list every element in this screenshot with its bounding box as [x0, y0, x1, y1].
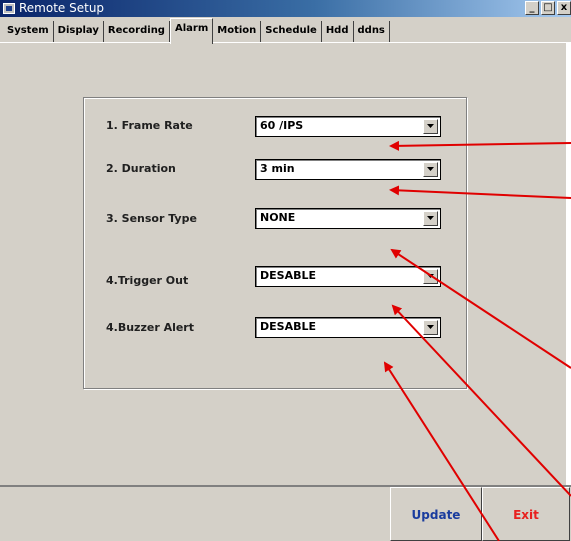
tab-ddns[interactable]: ddns	[353, 21, 390, 43]
trigger-out-value: DESABLE	[260, 269, 316, 282]
frame-rate-select[interactable]: 60 /IPS	[255, 116, 441, 137]
exit-button[interactable]: Exit	[482, 487, 570, 541]
tab-divider	[0, 42, 571, 43]
remote-setup-window: Remote Setup _ □ x System Display Record…	[0, 0, 571, 541]
tab-hdd[interactable]: Hdd	[321, 21, 354, 43]
title-bar[interactable]: Remote Setup _ □ x	[0, 0, 571, 17]
maximize-button[interactable]: □	[541, 1, 555, 15]
chevron-down-icon[interactable]	[423, 119, 438, 134]
window-controls: _ □ x	[525, 1, 571, 16]
duration-select[interactable]: 3 min	[255, 159, 441, 180]
buzzer-alert-value: DESABLE	[260, 320, 316, 333]
frame-rate-label: 1. Frame Rate	[106, 119, 193, 132]
close-button[interactable]: x	[557, 1, 571, 15]
tab-schedule[interactable]: Schedule	[261, 21, 322, 43]
frame-rate-value: 60 /IPS	[260, 119, 304, 132]
window-title: Remote Setup	[19, 1, 105, 15]
button-bar: Update Exit	[0, 485, 571, 541]
sensor-type-label: 3. Sensor Type	[106, 212, 197, 225]
chevron-down-icon[interactable]	[423, 320, 438, 335]
tab-display[interactable]: Display	[53, 21, 104, 43]
trigger-out-select[interactable]: DESABLE	[255, 266, 441, 287]
duration-label: 2. Duration	[106, 162, 176, 175]
sensor-type-value: NONE	[260, 211, 296, 224]
sensor-type-select[interactable]: NONE	[255, 208, 441, 229]
buzzer-alert-label: 4.Buzzer Alert	[106, 321, 194, 334]
tab-alarm[interactable]: Alarm	[169, 18, 214, 44]
alarm-settings-group	[83, 97, 467, 389]
update-button[interactable]: Update	[390, 487, 482, 541]
trigger-out-label: 4.Trigger Out	[106, 274, 189, 287]
chevron-down-icon[interactable]	[423, 162, 438, 177]
tab-recording[interactable]: Recording	[103, 21, 170, 43]
tab-system[interactable]: System	[3, 21, 54, 43]
chevron-down-icon[interactable]	[423, 211, 438, 226]
buzzer-alert-select[interactable]: DESABLE	[255, 317, 441, 338]
window-right-edge	[566, 43, 571, 485]
duration-value: 3 min	[260, 162, 295, 175]
tab-motion[interactable]: Motion	[213, 21, 262, 43]
app-window-icon	[3, 3, 15, 14]
chevron-down-icon[interactable]	[423, 269, 438, 284]
minimize-button[interactable]: _	[525, 1, 539, 15]
tab-strip: System Display Recording Alarm Motion Sc…	[0, 17, 571, 44]
